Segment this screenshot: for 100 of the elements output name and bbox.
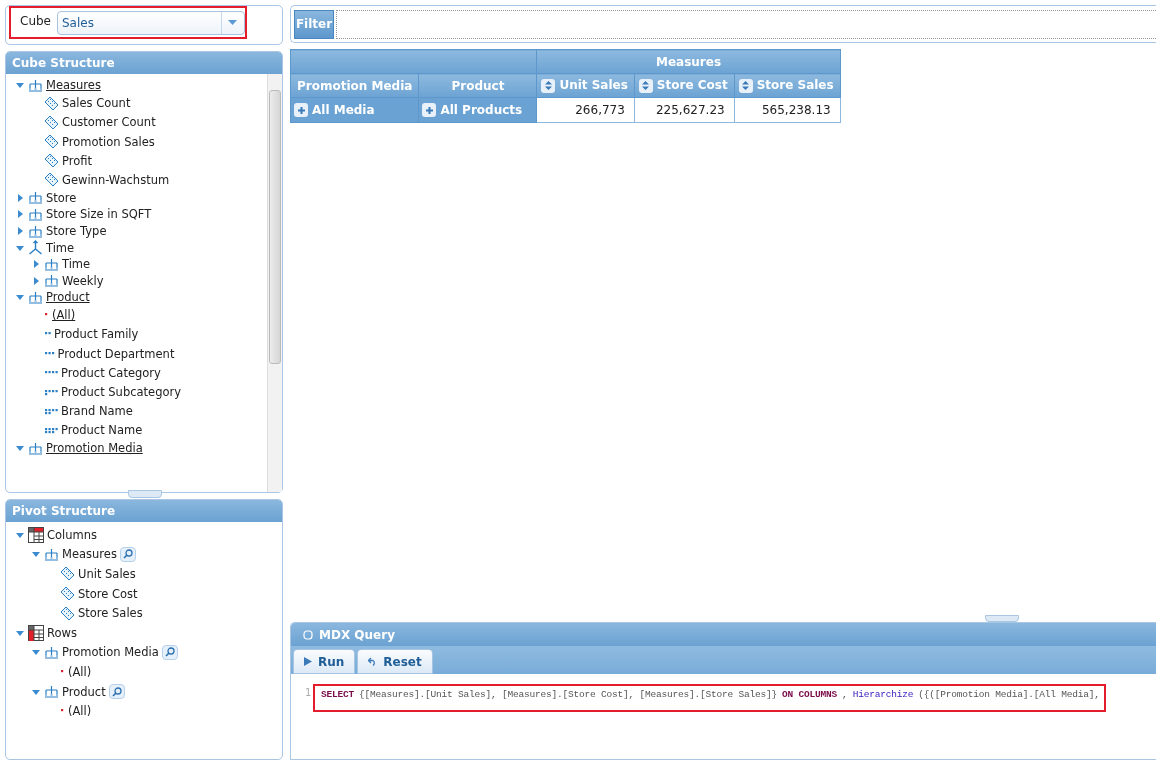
tree-item-label[interactable]: Store Cost: [78, 586, 138, 601]
table-cell: 266,773: [536, 97, 635, 123]
ruler-icon: [44, 172, 59, 188]
search-icon: [122, 549, 133, 560]
table-cell: 225,627.23: [634, 97, 735, 123]
tree-item-label[interactable]: Product Category: [61, 365, 161, 380]
hierarchy-icon: [28, 207, 43, 221]
expand-arrow[interactable]: [16, 210, 25, 219]
filter-drop-zone[interactable]: [336, 9, 1156, 39]
splitter-handle[interactable]: [128, 490, 162, 498]
axes-icon: [28, 240, 43, 256]
expand-arrow[interactable]: [32, 276, 41, 285]
tree-item-label[interactable]: Promotion Media: [62, 645, 159, 660]
hierarchy-icon: [44, 547, 59, 561]
hierarchy-icon: [28, 224, 43, 238]
expand-icon[interactable]: [294, 103, 308, 118]
code-token: ON COLUMNS: [782, 688, 838, 700]
collapse-arrow[interactable]: [16, 293, 25, 302]
expand-arrow[interactable]: [16, 227, 25, 235]
ruler-icon: [60, 566, 75, 582]
run-button[interactable]: Run: [293, 649, 356, 674]
row-header: Product: [418, 73, 537, 98]
search-icon: [164, 647, 175, 658]
table-icon: [28, 624, 44, 641]
tree-item-label[interactable]: Store: [46, 190, 77, 205]
splitter-handle[interactable]: [985, 615, 1019, 622]
play-icon: [304, 657, 312, 666]
tree-item-label[interactable]: (All): [68, 704, 92, 719]
tree-item-label[interactable]: (All): [52, 308, 76, 323]
ruler-icon: [60, 586, 75, 602]
sort-icon[interactable]: [738, 78, 753, 93]
collapse-arrow[interactable]: [16, 243, 25, 252]
collapse-arrow[interactable]: [16, 444, 25, 453]
tree-item-label[interactable]: Store Type: [46, 224, 107, 238]
tree-item-label[interactable]: Gewinn-Wachstum: [62, 172, 170, 187]
search-button[interactable]: [119, 546, 136, 562]
search-button[interactable]: [108, 684, 125, 700]
tree-item-label[interactable]: Product: [46, 290, 90, 305]
hierarchy-icon: [28, 441, 43, 455]
level-icon: [44, 426, 58, 435]
tree-item-label[interactable]: Product Name: [61, 423, 143, 438]
sort-icon[interactable]: [541, 78, 556, 93]
collapse-arrow[interactable]: [32, 648, 41, 657]
hierarchy-icon: [28, 78, 43, 92]
ruler-icon: [44, 134, 59, 150]
tree-item-label[interactable]: Time: [62, 257, 91, 272]
tree-item-label[interactable]: Profit: [62, 153, 92, 168]
tree-item-label[interactable]: Measures: [62, 547, 117, 562]
tree-item-label[interactable]: Product: [62, 684, 106, 699]
table-cell: 565,238.13: [734, 97, 841, 123]
ruler-icon: [44, 95, 59, 111]
panel-header: Cube Structure: [6, 52, 282, 74]
undo-icon: [368, 657, 378, 666]
tree-item-label[interactable]: Promotion Media: [46, 441, 143, 456]
tree-item-label[interactable]: Weekly: [62, 273, 104, 288]
tree-item-label[interactable]: Store Sales: [78, 606, 143, 621]
tree-item-label[interactable]: (All): [68, 664, 92, 679]
row-header: Promotion Media: [290, 73, 419, 98]
line-number: 1: [303, 686, 311, 698]
hierarchy-icon: [44, 645, 59, 659]
tree-item-label[interactable]: Time: [46, 240, 75, 255]
tree-item-label[interactable]: Store Size in SQFT: [46, 207, 152, 222]
table-icon: [28, 526, 44, 543]
cube-label: Cube: [20, 13, 51, 28]
hierarchy-icon: [44, 274, 59, 288]
tree-item-label[interactable]: Promotion Sales: [62, 134, 155, 149]
scrollbar[interactable]: [267, 74, 282, 492]
expand-arrow[interactable]: [32, 260, 41, 269]
code-token: SELECT: [321, 688, 354, 700]
hierarchy-icon: [28, 191, 43, 205]
expand-arrow[interactable]: [16, 193, 25, 202]
tree-item-label[interactable]: Customer Count: [62, 115, 156, 130]
tree-item-label[interactable]: Rows: [47, 625, 77, 640]
tree-item-label[interactable]: Product Family: [54, 327, 139, 342]
tree-item-label[interactable]: Columns: [47, 527, 98, 542]
tree-item-label[interactable]: Sales Count: [62, 96, 131, 111]
expand-icon[interactable]: [422, 103, 437, 118]
hierarchy-icon: [28, 290, 43, 304]
panel-header: Pivot Structure: [6, 500, 282, 522]
collapse-arrow[interactable]: [16, 628, 25, 637]
ruler-icon: [60, 605, 75, 621]
code-token: {[Measures].[Unit Sales], [Measures].[Store Cost], [Measures].[Store Sales]}: [359, 688, 778, 700]
tree-item-label[interactable]: Product Department: [57, 346, 175, 361]
collapse-arrow[interactable]: [16, 81, 25, 90]
collapse-arrow[interactable]: [32, 687, 41, 696]
tree-item-label[interactable]: Measures: [46, 78, 101, 93]
collapse-arrow[interactable]: [16, 530, 25, 539]
search-icon: [111, 686, 122, 697]
tree-item-label[interactable]: Unit Sales: [78, 567, 136, 581]
search-button[interactable]: [161, 644, 178, 660]
column-group-header: Measures: [536, 49, 841, 74]
tree-item-label[interactable]: Product Subcategory: [61, 385, 182, 400]
collapse-arrow[interactable]: [32, 550, 41, 559]
sort-icon[interactable]: [638, 78, 653, 93]
hierarchy-icon: [44, 685, 59, 699]
reset-button[interactable]: Reset: [357, 649, 433, 674]
cube-dropdown[interactable]: Sales: [57, 10, 245, 35]
tree-item-label[interactable]: Brand Name: [61, 404, 133, 419]
panel-header: MDX Query: [291, 623, 1156, 646]
level-icon: [44, 407, 58, 416]
